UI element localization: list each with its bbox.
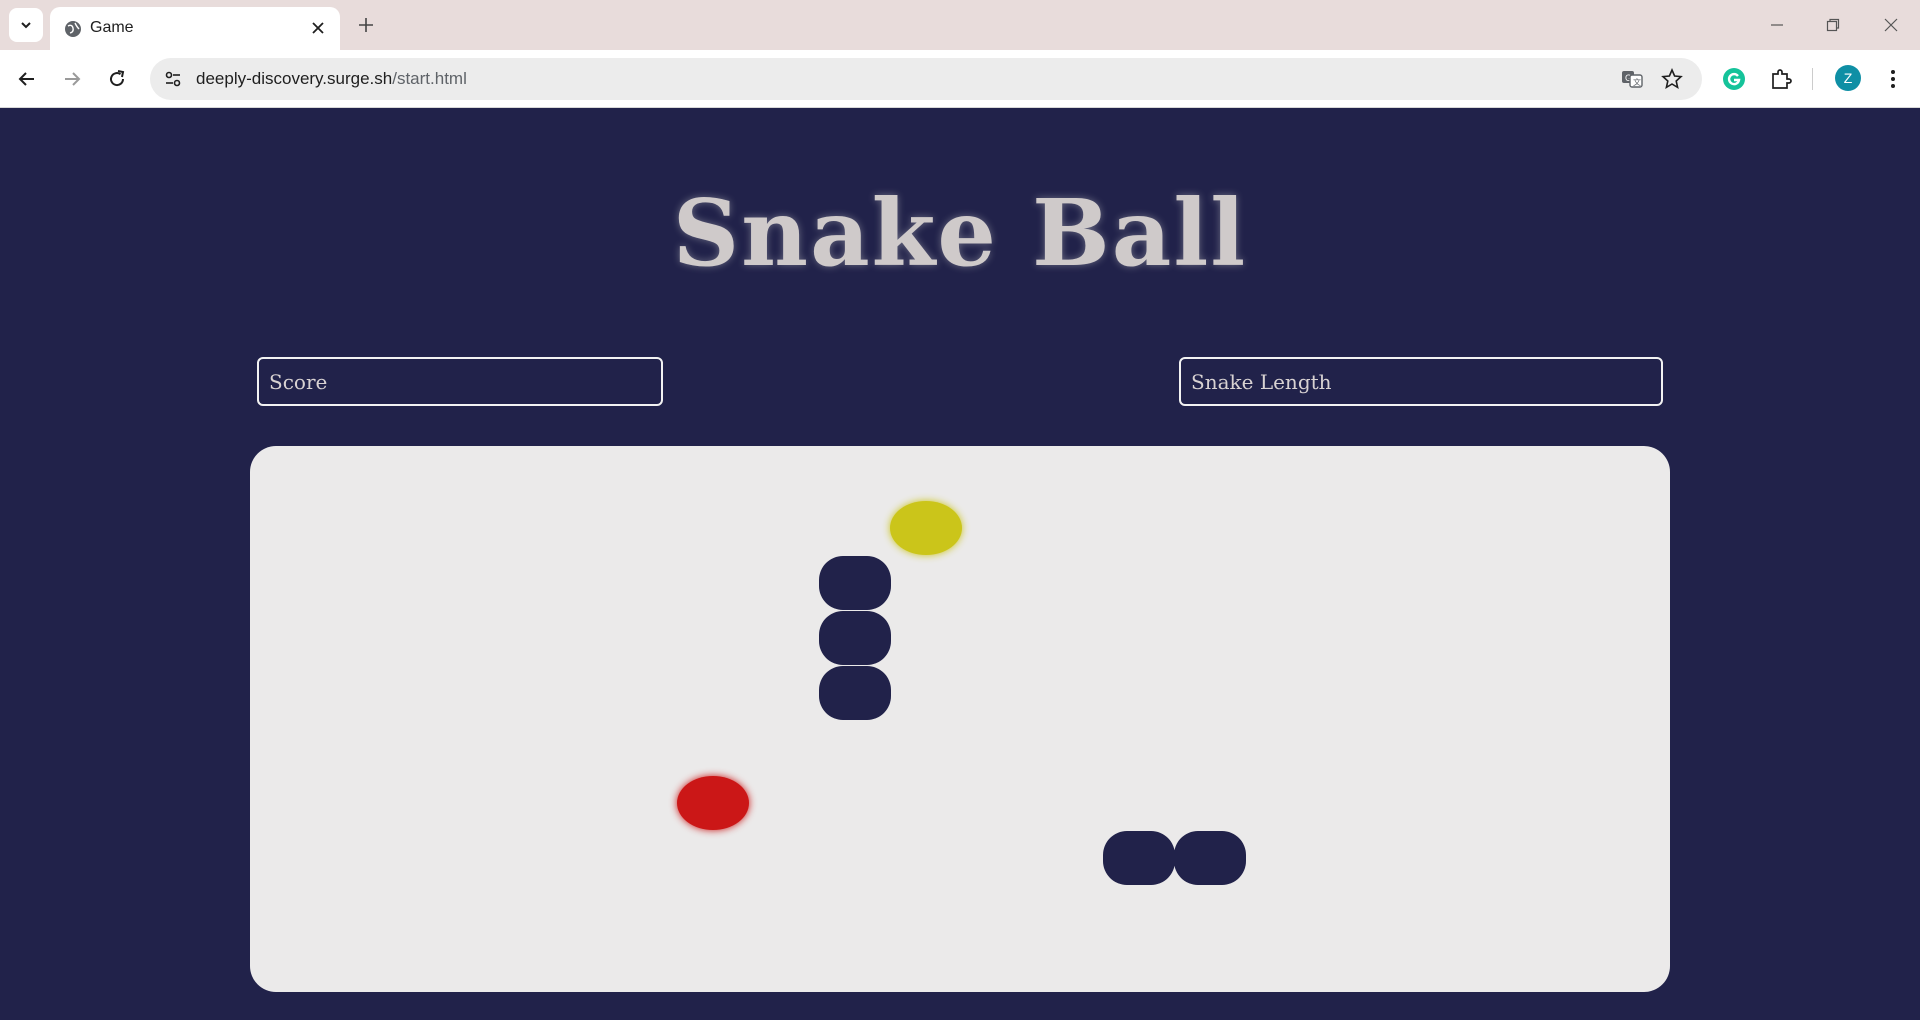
tab-close-button[interactable]: [308, 18, 328, 38]
reload-icon: [110, 70, 125, 87]
restore-icon: [1826, 18, 1840, 32]
star-icon: [1661, 68, 1683, 90]
restore-button[interactable]: [1820, 12, 1846, 38]
profile-avatar[interactable]: Z: [1835, 65, 1861, 91]
snake-a-segment: [819, 666, 891, 720]
reload-button[interactable]: [102, 64, 132, 94]
chevron-down-icon: [21, 22, 31, 29]
puzzle-icon: [1772, 69, 1792, 89]
toolbar-divider: [1812, 68, 1813, 90]
snake-a-segment: [819, 556, 891, 610]
close-icon: [1884, 18, 1898, 32]
tune-icon: [165, 71, 181, 87]
snake-length-field[interactable]: [1179, 357, 1663, 406]
url-path: /start.html: [392, 69, 467, 88]
browser-menu-button[interactable]: [1879, 65, 1907, 93]
browser-tab[interactable]: Game: [50, 7, 340, 50]
translate-button[interactable]: G文: [1620, 67, 1644, 91]
url-domain: deeply-discovery.surge.sh: [196, 69, 393, 88]
food-ball: [890, 501, 962, 555]
new-tab-button[interactable]: [353, 12, 379, 38]
grammarly-icon: [1723, 68, 1745, 90]
game-page: Snake Ball: [0, 109, 1920, 1020]
back-button[interactable]: [12, 64, 42, 94]
arrow-left-icon: [18, 72, 34, 86]
close-icon: [312, 22, 324, 34]
page-title: Snake Ball: [672, 179, 1248, 287]
game-board[interactable]: [250, 446, 1670, 992]
snake-b-segment: [1103, 831, 1175, 885]
url-text: deeply-discovery.surge.sh/start.html: [196, 69, 467, 89]
snake-b-segment: [1174, 831, 1246, 885]
more-vert-icon: [1891, 70, 1895, 88]
tab-search-button[interactable]: [9, 8, 43, 42]
window-close-button[interactable]: [1878, 12, 1904, 38]
arrow-right-icon: [65, 72, 81, 86]
snake-a-segment: [819, 611, 891, 665]
score-field[interactable]: [257, 357, 663, 406]
minimize-icon: [1771, 24, 1783, 26]
danger-ball: [677, 776, 749, 830]
globe-icon: [65, 21, 81, 37]
svg-text:文: 文: [1633, 77, 1641, 87]
bookmark-button[interactable]: [1660, 67, 1684, 91]
forward-button[interactable]: [57, 64, 87, 94]
tab-bar: Game: [0, 0, 1920, 50]
plus-icon: [359, 18, 373, 32]
translate-icon: G文: [1622, 71, 1643, 88]
tab-title: Game: [90, 19, 134, 36]
browser-toolbar: deeply-discovery.surge.sh/start.html G文 …: [0, 50, 1920, 108]
minimize-button[interactable]: [1764, 12, 1790, 38]
grammarly-extension-button[interactable]: [1720, 65, 1748, 93]
extensions-button[interactable]: [1767, 65, 1795, 93]
address-bar[interactable]: deeply-discovery.surge.sh/start.html G文: [150, 58, 1702, 100]
site-info-button[interactable]: [160, 66, 186, 92]
